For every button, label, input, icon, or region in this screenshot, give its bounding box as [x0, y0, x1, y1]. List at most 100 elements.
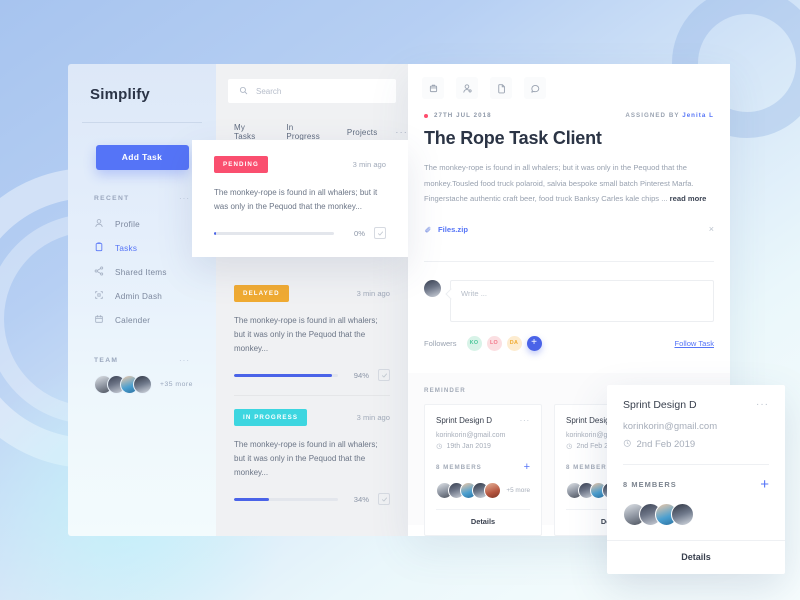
tabs-overflow-icon[interactable]: ··· — [395, 127, 408, 137]
popup-menu-icon[interactable]: ··· — [756, 399, 769, 410]
chat-icon[interactable] — [524, 77, 546, 99]
add-follower-button[interactable]: + — [526, 335, 542, 351]
popup-title: Sprint Design D — [623, 399, 697, 411]
follower-avatar[interactable]: LO — [486, 335, 502, 351]
sidebar-item-admin-dash[interactable]: Admin Dash — [68, 284, 216, 308]
reminder-card-email: korinkorin@gmail.com — [436, 431, 506, 439]
popup-members-label: 8 MEMBERS — [623, 479, 677, 489]
assigned-by: ASSIGNED BY Jenita L — [625, 112, 714, 119]
tab-in-progress[interactable]: In Progress — [286, 123, 329, 141]
archive-icon[interactable] — [422, 77, 444, 99]
avatar[interactable] — [671, 502, 694, 526]
detail-toolbar — [408, 64, 730, 99]
sidebar: Simplify Add Task RECENT ··· Profile Tas… — [68, 64, 216, 536]
close-icon[interactable]: × — [709, 225, 714, 234]
reminder-card[interactable]: Sprint Design D ··· korinkorin@gmail.com… — [424, 403, 542, 537]
avatar[interactable] — [133, 375, 152, 394]
progress-label: 94% — [353, 370, 369, 380]
recent-menu-icon[interactable]: ··· — [179, 194, 190, 203]
task-checkbox[interactable] — [378, 369, 390, 381]
progress-bar — [214, 231, 334, 235]
add-member-button[interactable]: + — [524, 462, 530, 473]
reminder-card-menu-icon[interactable]: ··· — [520, 416, 530, 425]
attachment[interactable]: Files.zip — [424, 221, 468, 239]
team-more-label[interactable]: +35 more — [160, 381, 193, 388]
task-card-header: PENDING 3 min ago — [214, 156, 386, 173]
status-dot-icon — [424, 113, 428, 118]
attachment-row: Files.zip × — [408, 207, 730, 239]
status-badge: PENDING — [214, 156, 268, 173]
task-timestamp: 3 min ago — [356, 289, 390, 298]
task-card[interactable]: DELAYED 3 min ago The monkey-rope is fou… — [216, 271, 408, 395]
followers-row: Followers KO LO DA + Follow Task — [408, 322, 730, 351]
tasks-panel: My Tasks In Progress Projects ··· DELAYE… — [216, 64, 408, 536]
user-icon — [94, 215, 104, 233]
reminder-detail-popup: Sprint Design D ··· korinkorin@gmail.com… — [607, 385, 785, 574]
task-checkbox[interactable] — [378, 493, 390, 505]
popup-add-member-button[interactable]: + — [760, 477, 769, 492]
team-avatars[interactable] — [94, 375, 152, 394]
clock-icon — [623, 439, 632, 451]
team-avatar-row: +35 more — [68, 375, 216, 394]
reminder-card-date-label: 19th Jan 2019 — [446, 443, 491, 451]
document-icon[interactable] — [490, 77, 512, 99]
assigned-by-prefix: ASSIGNED BY — [625, 112, 680, 119]
progress-bar — [234, 497, 338, 501]
followers-label: Followers — [424, 338, 457, 348]
task-description: The monkey-rope is found in all whalers;… — [214, 188, 378, 211]
sidebar-item-label: Profile — [115, 219, 140, 229]
read-more-link[interactable]: read more — [670, 194, 707, 203]
progress-bar — [234, 373, 338, 377]
reminder-avatar-row: +5 more — [436, 482, 530, 500]
attachment-name[interactable]: Files.zip — [438, 225, 468, 234]
reminder-more-label[interactable]: +5 more — [506, 487, 530, 494]
avatar[interactable] — [484, 482, 501, 500]
task-description: The monkey-rope is found in all whalers;… — [234, 440, 378, 477]
popup-date-label: 2nd Feb 2019 — [636, 439, 696, 451]
avatar — [424, 279, 441, 297]
team-menu-icon[interactable]: ··· — [179, 356, 190, 365]
popup-email: korinkorin@gmail.com — [623, 421, 718, 432]
tab-my-tasks[interactable]: My Tasks — [234, 123, 268, 141]
detail-date-label: 27TH JUL 2018 — [434, 112, 492, 119]
assigned-by-name[interactable]: Jenita L — [682, 112, 714, 119]
clipboard-icon — [94, 239, 104, 257]
progress-label: 34% — [353, 494, 369, 504]
add-task-button[interactable]: Add Task — [95, 145, 189, 170]
task-card[interactable]: IN PROGRESS 3 min ago The monkey-rope is… — [216, 395, 408, 519]
task-card-footer: 0% — [214, 227, 386, 239]
comment-input[interactable]: Write ... — [450, 279, 714, 322]
search-wrapper — [216, 64, 408, 103]
search-box[interactable] — [228, 79, 396, 103]
follower-avatar[interactable]: DA — [506, 335, 522, 351]
popup-details-button[interactable]: Details — [607, 539, 785, 574]
team-section-title: TEAM — [94, 357, 119, 364]
task-timestamp: 3 min ago — [356, 413, 390, 422]
status-badge: DELAYED — [234, 285, 289, 302]
reminder-members-label: 8 MEMBERS — [436, 464, 482, 472]
task-card-footer: 34% — [234, 493, 390, 505]
detail-description: The monkey-rope is found in all whalers;… — [408, 149, 730, 207]
search-input[interactable] — [256, 86, 385, 96]
sidebar-item-calender[interactable]: Calender — [68, 308, 216, 332]
user-icon[interactable] — [456, 77, 478, 99]
task-checkbox[interactable] — [374, 227, 386, 239]
task-card-footer: 94% — [234, 369, 390, 381]
reminder-details-button[interactable]: Details — [436, 510, 530, 535]
search-icon — [239, 82, 248, 100]
popup-header: Sprint Design D ··· — [623, 399, 769, 411]
reminder-members-label: 8 MEMBERS — [566, 464, 612, 472]
follower-avatar[interactable]: KO — [466, 335, 482, 351]
sidebar-item-label: Calender — [115, 315, 151, 325]
reminder-card-title: Sprint Design D — [436, 415, 493, 425]
clock-icon — [566, 443, 573, 452]
detail-description-text: The monkey-rope is found in all whalers;… — [424, 163, 694, 204]
sidebar-item-label: Admin Dash — [115, 291, 163, 301]
sidebar-item-shared-items[interactable]: Shared Items — [68, 260, 216, 284]
status-badge: IN PROGRESS — [234, 409, 308, 426]
page-title: The Rope Task Client — [424, 128, 602, 148]
follow-task-link[interactable]: Follow Task — [674, 339, 714, 348]
task-card-pending-floating[interactable]: PENDING 3 min ago The monkey-rope is fou… — [192, 140, 408, 257]
tab-projects[interactable]: Projects — [347, 128, 378, 137]
reminder-card-header: Sprint Design D ··· — [436, 416, 530, 425]
